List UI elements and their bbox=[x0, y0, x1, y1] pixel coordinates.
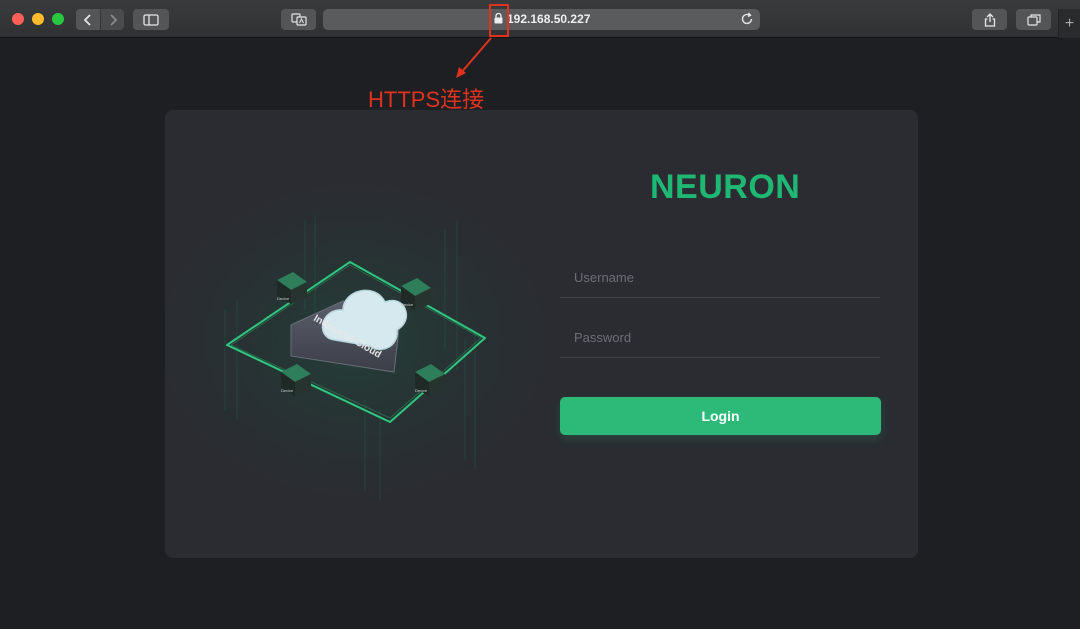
username-input[interactable] bbox=[560, 258, 880, 298]
login-card: Industrial Cloud Device Device Device De… bbox=[165, 110, 918, 558]
tabs-icon bbox=[1026, 13, 1041, 26]
address-bar[interactable]: 192.168.50.227 bbox=[323, 9, 760, 30]
forward-button[interactable] bbox=[101, 9, 124, 30]
brand-logo: NEURON bbox=[650, 168, 801, 206]
annotation-highlight-box bbox=[489, 4, 509, 37]
zoom-window-button[interactable] bbox=[52, 13, 64, 25]
login-button[interactable]: Login bbox=[560, 397, 881, 435]
device-label: Device bbox=[277, 296, 290, 301]
sidebar-icon bbox=[143, 13, 159, 26]
sidebar-toggle-button[interactable] bbox=[133, 9, 169, 30]
minimize-window-button[interactable] bbox=[32, 13, 44, 25]
share-button[interactable] bbox=[972, 9, 1007, 30]
close-window-button[interactable] bbox=[12, 13, 24, 25]
translate-icon bbox=[290, 13, 307, 26]
chevron-right-icon bbox=[109, 13, 117, 26]
annotation-arrow-icon bbox=[456, 37, 492, 78]
device-label: Device bbox=[415, 388, 428, 393]
show-tabs-button[interactable] bbox=[1016, 9, 1051, 30]
url-text: 192.168.50.227 bbox=[507, 12, 591, 26]
industrial-cloud-illustration: Industrial Cloud Device Device Device De… bbox=[165, 170, 585, 510]
password-input[interactable] bbox=[560, 318, 880, 358]
device-label: Device bbox=[281, 388, 294, 393]
chevron-left-icon bbox=[83, 13, 91, 26]
device-label: Device bbox=[401, 302, 414, 307]
browser-toolbar: 192.168.50.227 + bbox=[0, 0, 1080, 38]
reload-icon[interactable] bbox=[740, 12, 754, 26]
translate-button[interactable] bbox=[281, 9, 316, 30]
new-tab-button[interactable]: + bbox=[1058, 9, 1080, 38]
back-button[interactable] bbox=[76, 9, 100, 30]
share-icon bbox=[984, 12, 995, 27]
